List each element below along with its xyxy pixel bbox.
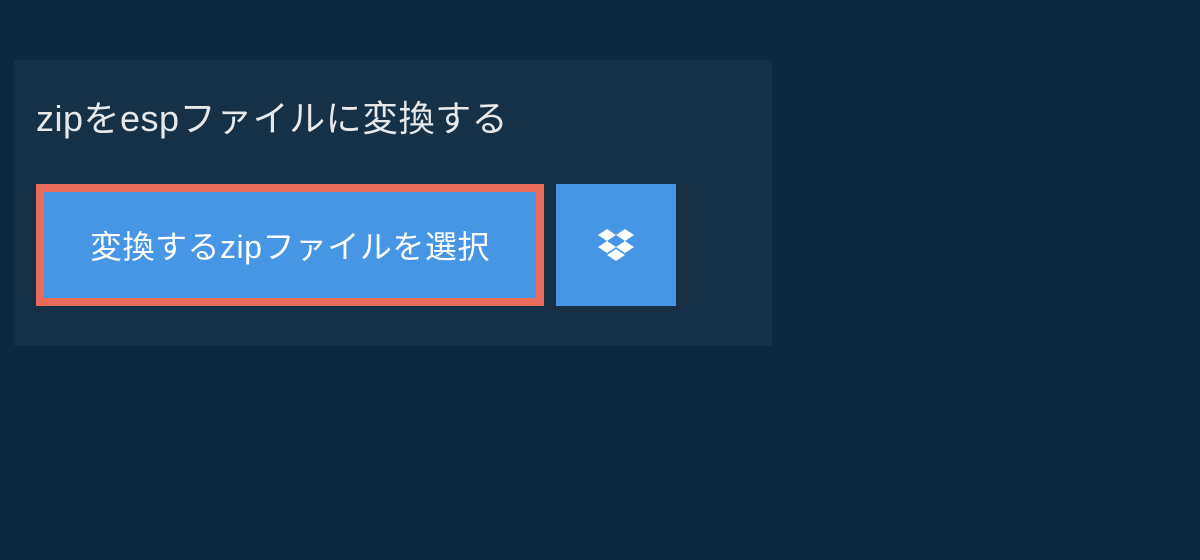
converter-panel: zipをespファイルに変換する 変換するzipファイルを選択 — [14, 60, 772, 346]
button-row: 変換するzipファイルを選択 — [36, 184, 750, 306]
page-title: zipをespファイルに変換する — [36, 90, 750, 142]
select-file-label: 変換するzipファイルを選択 — [90, 222, 490, 268]
select-file-button[interactable]: 変換するzipファイルを選択 — [36, 184, 544, 306]
dropbox-icon — [598, 229, 634, 261]
dropbox-button[interactable] — [556, 184, 676, 306]
